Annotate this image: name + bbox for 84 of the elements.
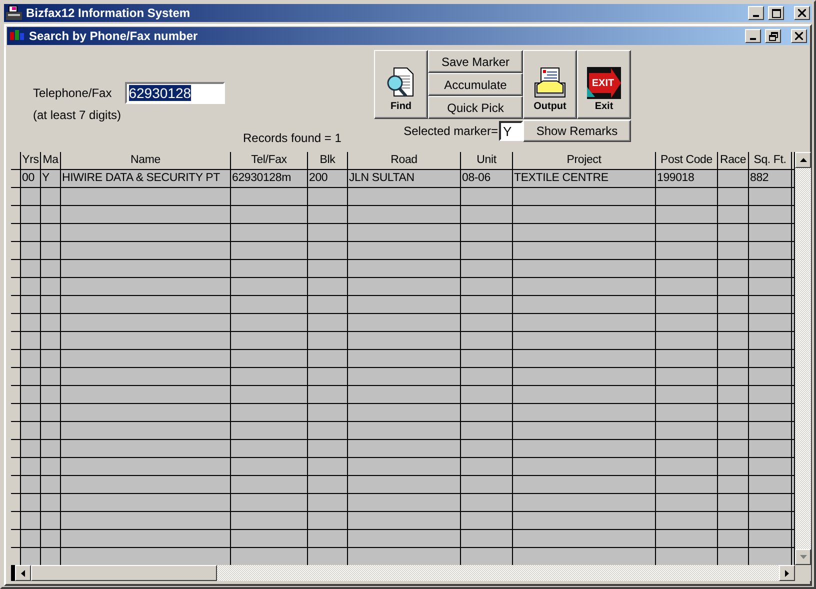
column-header[interactable]: Blk <box>308 152 348 170</box>
maximize-button[interactable] <box>768 6 784 20</box>
row-header[interactable] <box>11 422 21 440</box>
row-header[interactable] <box>11 224 21 242</box>
column-header[interactable]: Road <box>348 152 461 170</box>
table-cell: 200 <box>308 170 348 188</box>
right-arrow-icon <box>785 570 789 576</box>
output-button[interactable]: Output <box>523 50 577 119</box>
table-cell: 62930128m <box>231 170 308 188</box>
field-label: Telephone/Fax <box>33 86 112 100</box>
close-button[interactable] <box>794 6 810 20</box>
app-icon <box>6 5 22 21</box>
row-header[interactable] <box>11 458 21 476</box>
exit-button[interactable]: EXIT Exit <box>577 50 631 119</box>
exit-sign-icon: EXIT <box>587 67 621 99</box>
document-search-icon <box>386 67 416 99</box>
row-header[interactable] <box>11 278 21 296</box>
row-header[interactable] <box>11 296 21 314</box>
row-header[interactable] <box>11 242 21 260</box>
selected-marker-label: Selected marker= <box>404 124 498 138</box>
hint-text: (at least 7 digits) <box>33 108 122 122</box>
table-cell: 00 <box>21 170 41 188</box>
window-title: Search by Phone/Fax number <box>29 29 199 43</box>
column-header[interactable]: Race <box>718 152 749 170</box>
row-header[interactable] <box>11 332 21 350</box>
table-cell: TEXTILE CENTRE <box>513 170 656 188</box>
show-remarks-button[interactable]: Show Remarks <box>523 120 631 142</box>
find-button[interactable]: Find <box>374 50 428 119</box>
close-icon <box>795 32 803 40</box>
horizontal-scrollbar[interactable] <box>15 565 795 581</box>
row-header[interactable] <box>11 368 21 386</box>
table-cell: 08-06 <box>461 170 513 188</box>
row-header[interactable] <box>11 188 21 206</box>
folder-document-icon <box>533 65 567 99</box>
row-header[interactable] <box>11 440 21 458</box>
column-header[interactable]: Yrs <box>21 152 41 170</box>
row-header[interactable] <box>11 530 21 548</box>
marker-field[interactable]: Y <box>499 121 523 141</box>
save-marker-button[interactable]: Save Marker <box>428 50 523 73</box>
row-header[interactable] <box>11 350 21 368</box>
row-header[interactable] <box>11 404 21 422</box>
table-cell: HIWIRE DATA & SECURITY PT <box>61 170 231 188</box>
column-header[interactable]: Tel/Fax <box>231 152 308 170</box>
up-arrow-icon <box>800 158 806 162</box>
scroll-left-button[interactable] <box>15 565 31 581</box>
scroll-right-button[interactable] <box>779 565 795 581</box>
quick-pick-button[interactable]: Quick Pick <box>428 96 523 119</box>
maximize-icon <box>772 8 780 18</box>
left-arrow-icon <box>21 570 25 576</box>
table-cell: JLN SULTAN <box>348 170 461 188</box>
column-header[interactable]: Ma <box>41 152 61 170</box>
column-header[interactable]: Unit <box>461 152 513 170</box>
table-cell: Y <box>41 170 61 188</box>
row-header[interactable] <box>11 476 21 494</box>
scroll-down-button[interactable] <box>795 549 811 565</box>
restore-button[interactable] <box>765 29 781 43</box>
row-header[interactable] <box>11 260 21 278</box>
down-arrow-icon <box>800 555 806 559</box>
row-header[interactable] <box>11 170 21 188</box>
app-icon <box>9 29 25 43</box>
column-header[interactable]: Sq. Ft. <box>749 152 792 170</box>
telephone-field[interactable]: 62930128 <box>124 82 225 104</box>
column-header[interactable]: Post Code <box>656 152 718 170</box>
row-header[interactable] <box>11 206 21 224</box>
table-cell: 199018 <box>656 170 718 188</box>
row-header[interactable] <box>11 386 21 404</box>
window-title: Bizfax12 Information System <box>26 6 192 20</box>
row-header[interactable] <box>11 512 21 530</box>
table-cell: 882 <box>749 170 792 188</box>
scroll-up-button[interactable] <box>795 152 811 168</box>
row-header[interactable] <box>11 314 21 332</box>
vertical-scrollbar[interactable] <box>795 152 811 565</box>
minimize-button[interactable] <box>748 6 764 20</box>
records-found-text: Records found = 1 <box>243 131 342 145</box>
restore-icon <box>768 32 778 40</box>
minimize-button[interactable] <box>745 29 761 43</box>
accumulate-button[interactable]: Accumulate <box>428 73 523 96</box>
column-header[interactable]: Name <box>61 152 231 170</box>
column-header[interactable]: Project <box>513 152 656 170</box>
close-button[interactable] <box>791 29 807 43</box>
close-icon <box>798 9 806 17</box>
scroll-thumb[interactable] <box>31 565 217 581</box>
row-header[interactable] <box>11 548 21 565</box>
row-header[interactable] <box>11 494 21 512</box>
